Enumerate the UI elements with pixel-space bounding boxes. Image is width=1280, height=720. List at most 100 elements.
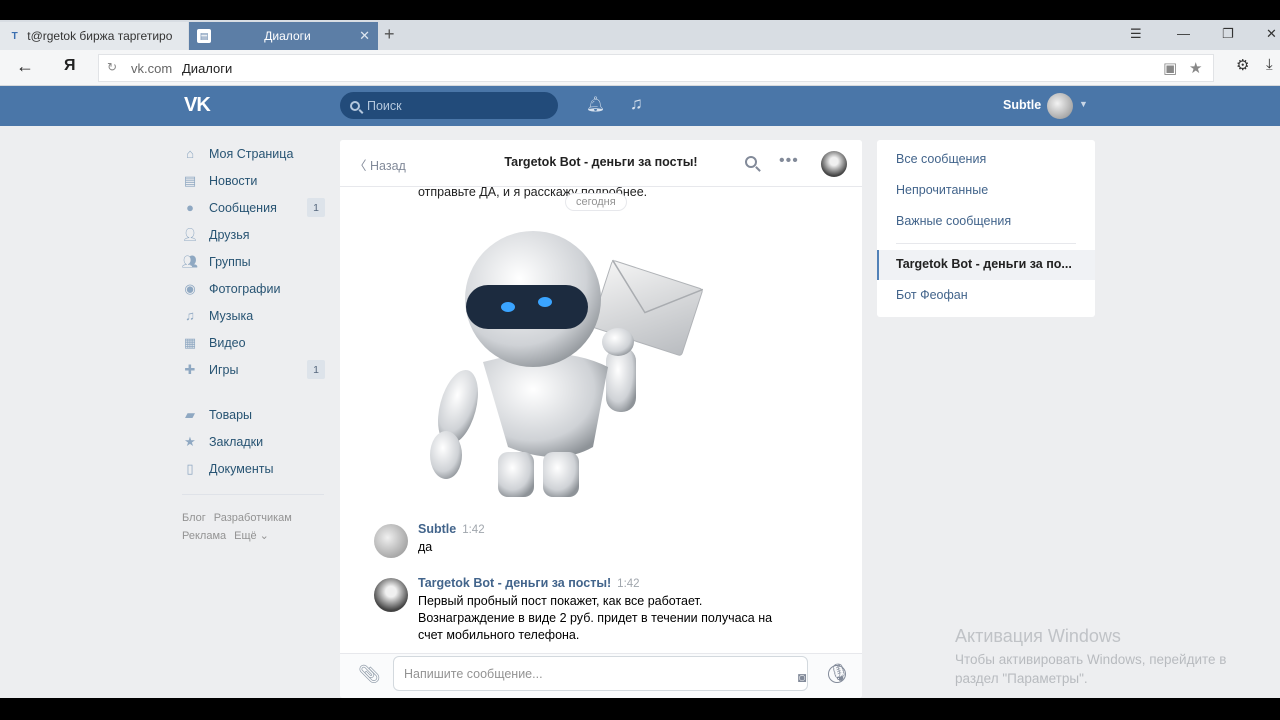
back-button[interactable]: 〈 Назад (354, 155, 406, 174)
browser-tab-targetok[interactable]: T t@rgetok биржа таргетиро (0, 22, 188, 50)
close-window-icon[interactable]: ✕ (1266, 26, 1277, 42)
message-text: Первый пробный пост покажет, как все раб… (418, 594, 773, 642)
nav-item-documents[interactable]: ▯ Документы (182, 455, 332, 482)
attach-paperclip-icon[interactable]: 📎︎ (358, 664, 381, 685)
chat-bot-feofan[interactable]: Бот Феофан (877, 281, 1095, 311)
close-tab-icon[interactable]: ✕ (359, 28, 370, 44)
nav-label: Документы (209, 461, 274, 476)
nav-divider (182, 494, 324, 495)
screen: T t@rgetok биржа таргетиро ▤ Диалоги ✕ +… (0, 0, 1280, 720)
microphone-icon[interactable]: 🎙︎ (828, 663, 850, 683)
url-domain: vk.com (131, 61, 173, 76)
vk-logo[interactable]: VK (184, 94, 211, 117)
footer-link-more[interactable]: Ещё ⌄ (234, 530, 269, 542)
more-actions-icon[interactable]: ••• (779, 152, 799, 170)
message-avatar[interactable] (374, 578, 408, 612)
url-field[interactable]: ↻ vk.com Диалоги ▣ ★ (98, 54, 1214, 82)
left-nav: ⌂ Моя Страница ▤ Новости ● Сообщения 1 👤︎ Дру… (182, 140, 332, 545)
nav-item-music[interactable]: ♫ Музыка (182, 302, 332, 329)
footer-link-blog[interactable]: Блог (182, 512, 206, 524)
menu-icon[interactable]: ☰ (1130, 26, 1142, 42)
nav-item-bookmarks[interactable]: ★ Закладки (182, 428, 332, 455)
nav-gap (182, 383, 332, 401)
date-separator: сегодня (565, 193, 627, 211)
nav-label: Фотографии (209, 281, 281, 296)
dialog-panel: 〈 Назад Targetok Bot - деньги за посты! … (340, 140, 862, 698)
message-author[interactable]: Targetok Bot - деньги за посты! 1:42 (418, 576, 640, 590)
url-page-title: Диалоги (182, 61, 233, 76)
nav-label: Музыка (209, 308, 254, 323)
nav-label: Друзья (209, 227, 250, 242)
chat-targetok-bot[interactable]: Targetok Bot - деньги за по... (877, 250, 1095, 280)
folder-unread[interactable]: Непрочитанные (877, 176, 1095, 206)
dialog-header: 〈 Назад Targetok Bot - деньги за посты! … (340, 140, 862, 187)
nav-label: Товары (209, 407, 252, 422)
footer-link-ads[interactable]: Реклама (182, 530, 226, 542)
windows-activation-title: Активация Windows (955, 626, 1121, 646)
nav-label: Видео (209, 335, 246, 350)
letterbox-top (0, 0, 1280, 20)
nav-label: Игры (209, 362, 239, 377)
home-icon: ⌂ (186, 146, 194, 161)
footer-links: Блог Разработчикам Реклама Ещё ⌄ (182, 509, 332, 545)
message-time: 1:42 (462, 524, 485, 536)
chevron-left-icon: 〈 (354, 159, 367, 173)
nav-item-news[interactable]: ▤ Новости (182, 167, 332, 194)
bookmark-star-icon[interactable]: ★ (1189, 59, 1202, 77)
targetok-favicon-icon: T (11, 30, 18, 42)
nav-item-video[interactable]: ▦ Видео (182, 329, 332, 356)
news-icon: ▤ (183, 172, 197, 188)
header-username[interactable]: Subtle (1003, 98, 1041, 112)
reload-icon[interactable]: ↻ (107, 60, 117, 74)
nav-item-groups[interactable]: 👥︎ Группы (182, 248, 332, 275)
nav-item-games[interactable]: ✚ Игры 1 (182, 356, 332, 383)
vk-search-input[interactable]: Поиск (340, 92, 558, 119)
message-history[interactable]: отправьте ДА, и я расскажу подробнее. се… (340, 187, 862, 653)
footer-link-dev[interactable]: Разработчикам (214, 512, 292, 524)
folder-all-messages[interactable]: Все сообщения (877, 145, 1095, 175)
message-avatar[interactable] (374, 524, 408, 558)
folder-important[interactable]: Важные сообщения (877, 207, 1095, 237)
restore-icon[interactable]: ❐ (1222, 26, 1234, 42)
message-text: да (418, 540, 433, 554)
nav-label: Группы (209, 254, 251, 269)
header-avatar[interactable] (1047, 93, 1073, 119)
search-placeholder: Поиск (367, 98, 402, 113)
dialog-search-icon[interactable] (745, 156, 757, 168)
camera-icon[interactable]: ◙ (798, 669, 806, 685)
browser-tab-dialogs[interactable]: ▤ Диалоги ✕ (189, 22, 378, 50)
author-name: Targetok Bot - деньги за посты! (418, 576, 612, 590)
browser-back-icon[interactable]: ← (16, 56, 34, 77)
nav-item-messages[interactable]: ● Сообщения 1 (182, 194, 332, 221)
music-note-icon[interactable]: ♫ (630, 94, 643, 114)
star-icon: ★ (184, 433, 196, 449)
nav-item-photos[interactable]: ◉ Фотографии (182, 275, 332, 302)
search-icon (350, 100, 360, 111)
music-icon: ♫ (185, 308, 195, 323)
tab-title: t@rgetok биржа таргетиро (27, 29, 173, 43)
video-icon: ▦ (183, 334, 197, 350)
messages-icon: ● (186, 200, 194, 215)
protect-icon[interactable]: ▣ (1163, 59, 1177, 77)
new-tab-button[interactable]: + (384, 24, 395, 45)
extension-icon[interactable]: ⚙ (1236, 56, 1249, 74)
yandex-icon[interactable]: Я (64, 57, 76, 75)
download-icon[interactable]: ⤓ (1266, 56, 1273, 73)
chat-avatar[interactable] (821, 151, 847, 177)
bag-icon: ▰ (185, 406, 195, 422)
minimize-icon[interactable]: — (1177, 26, 1190, 41)
nav-label: Сообщения (209, 200, 277, 215)
tab-title: Диалоги (264, 29, 311, 43)
vk-header: VK Поиск 🔔︎ ♫ Subtle ▼ (0, 86, 1280, 126)
nav-label: Закладки (209, 434, 264, 449)
message-composer: 📎︎ Напишите сообщение... ◙ 🎙︎ (340, 653, 862, 698)
dialog-title[interactable]: Targetok Bot - деньги за посты! (440, 155, 762, 169)
nav-item-goods[interactable]: ▰ Товары (182, 401, 332, 428)
message-author[interactable]: Subtle 1:42 (418, 522, 485, 536)
nav-item-my-page[interactable]: ⌂ Моя Страница (182, 140, 332, 167)
message-placeholder: Напишите сообщение... (404, 667, 543, 681)
message-input[interactable]: Напишите сообщение... ◙ (393, 656, 846, 691)
nav-item-friends[interactable]: 👤︎ Друзья (182, 221, 332, 248)
chevron-down-icon[interactable]: ▼ (1079, 99, 1088, 109)
notifications-bell-icon[interactable]: 🔔︎ (586, 95, 605, 113)
